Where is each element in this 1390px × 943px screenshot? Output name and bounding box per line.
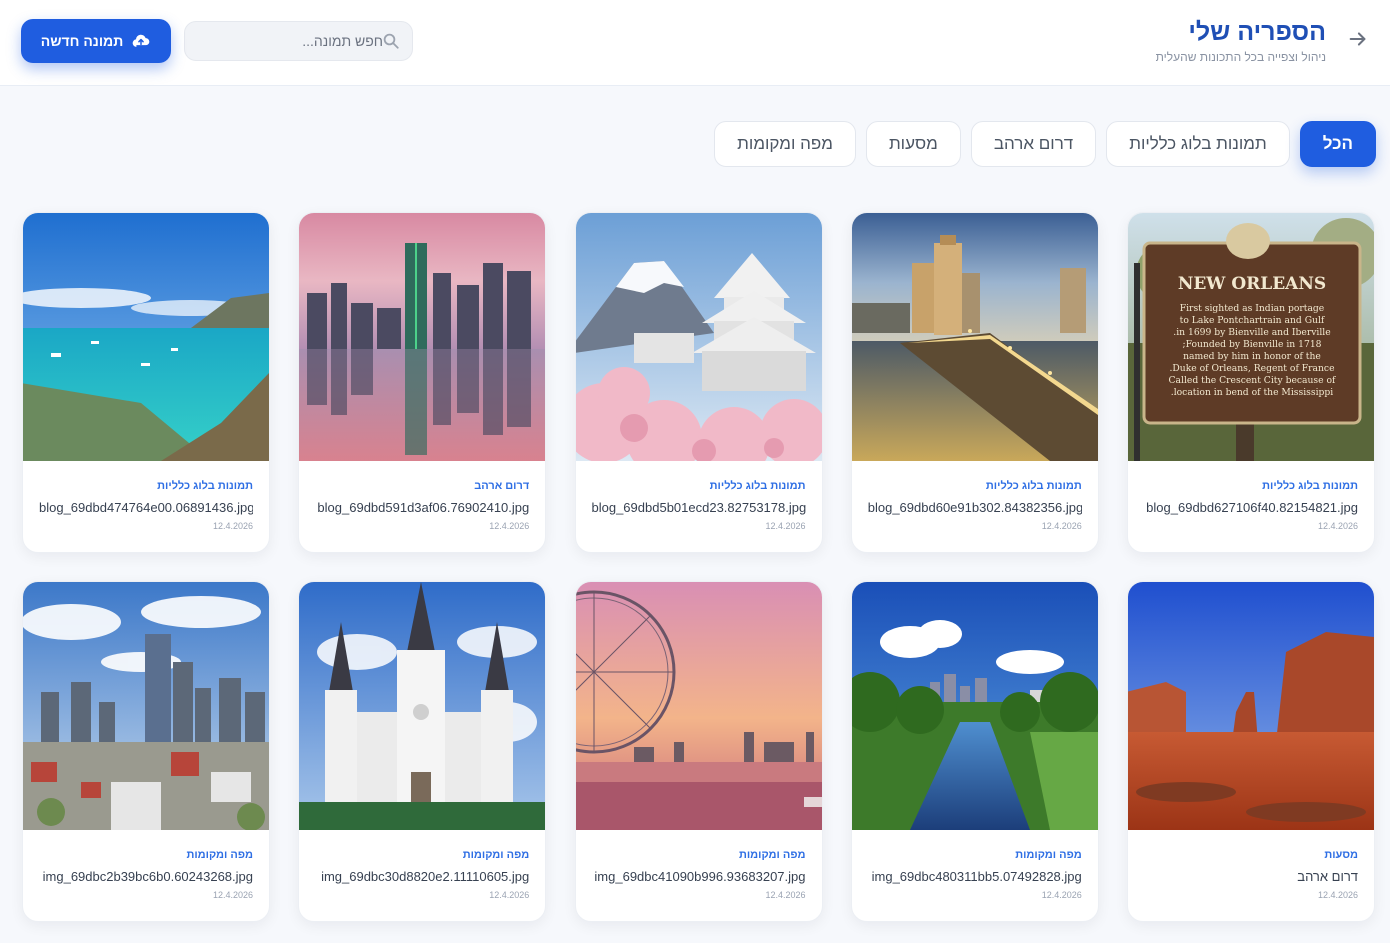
card-filename: blog_69dbd591d3af06.76902410.jpg: [317, 500, 530, 515]
image-grid: NEW ORLEANS First sighted as Indian port…: [22, 212, 1375, 922]
card-date: 12.4.2026: [489, 521, 530, 531]
card-meta: מפה ומקומות img_69dbc2b39bc6b0.60243268.…: [23, 830, 269, 900]
card-date: 12.4.2026: [212, 521, 253, 531]
image-card[interactable]: מפה ומקומות img_69dbc2b39bc6b0.60243268.…: [22, 581, 270, 922]
card-category: מפה ומקומות: [186, 849, 253, 861]
thumbnail-st-louis-cathedral: [299, 582, 546, 830]
sign-line: in 1699 by Bienville and Iberville.: [1173, 327, 1330, 338]
sign-line: named by him in honor of the: [1183, 351, 1321, 362]
image-card[interactable]: NEW ORLEANS First sighted as Indian port…: [1127, 212, 1375, 553]
thumbnail-london-eye: [575, 582, 822, 830]
card-meta: מפה ומקומות img_69dbc41090b996.93683207.…: [576, 830, 822, 900]
image-card[interactable]: תמונות בלוג כלליות blog_69dbd60e91b302.8…: [850, 212, 1099, 553]
card-filename: img_69dbc30d8820e2.11110605.jpg: [321, 869, 530, 884]
tab-maps-places[interactable]: מפה ומקומות: [714, 121, 856, 167]
card-date: 12.4.2026: [765, 521, 806, 531]
title-block: הספריה שלי ניהול וצפייה בכל התכונות שהעל…: [1156, 16, 1326, 64]
thumbnail-turquoise-bay: [23, 213, 269, 461]
sign-line: First sighted as Indian portage: [1180, 303, 1325, 314]
thumbnail-houston-bayou: [851, 582, 1098, 830]
image-card[interactable]: דרום ארהב blog_69dbd591d3af06.76902410.j…: [298, 212, 547, 553]
card-meta: דרום ארהב blog_69dbd591d3af06.76902410.j…: [299, 461, 545, 531]
card-category: תמונות בלוג כלליות: [709, 480, 806, 492]
tab-travels[interactable]: מסעות: [865, 121, 961, 167]
image-card[interactable]: תמונות בלוג כלליות blog_69dbd5b01ecd23.8…: [574, 212, 823, 553]
card-category: דרום ארהב: [474, 480, 530, 492]
image-card[interactable]: מסעות דרום ארהב 12.4.2026: [1127, 581, 1375, 922]
card-filename: img_69dbc41090b996.93683207.jpg: [594, 869, 806, 884]
card-filename: דרום ארהב: [1297, 869, 1358, 884]
card-meta: מפה ומקומות img_69dbc480311bb5.07492828.…: [852, 830, 1098, 900]
category-tabs: הכל תמונות בלוג כלליות דרום ארהב מסעות מ…: [714, 121, 1376, 167]
card-category: מסעות: [1324, 849, 1358, 861]
sign-line: Called the Crescent City because of: [1169, 375, 1337, 386]
card-filename: img_69dbc480311bb5.07492828.jpg: [871, 869, 1082, 884]
new-image-label: תמונה חדשה: [40, 33, 124, 49]
tab-all[interactable]: הכל: [1299, 121, 1376, 167]
image-card[interactable]: תמונות בלוג כלליות blog_69dbd474764e00.0…: [22, 212, 270, 553]
card-category: תמונות בלוג כלליות: [157, 480, 253, 492]
card-date: 12.4.2026: [1041, 890, 1082, 900]
image-card[interactable]: מפה ומקומות img_69dbc41090b996.93683207.…: [574, 581, 823, 922]
sign-line: location in bend of the Mississippi.: [1171, 387, 1333, 398]
card-category: מפה ומקומות: [738, 849, 806, 861]
card-meta: תמונות בלוג כלליות blog_69dbd474764e00.0…: [23, 461, 269, 531]
card-category: תמונות בלוג כלליות: [1262, 480, 1358, 492]
card-filename: blog_69dbd474764e00.06891436.jpg: [39, 500, 253, 515]
card-filename: blog_69dbd60e91b302.84382356.jpg: [867, 500, 1082, 515]
thumbnail-new-orleans-sign: NEW ORLEANS First sighted as Indian port…: [1128, 213, 1374, 461]
cloud-upload-icon: [132, 34, 150, 47]
card-meta: מסעות דרום ארהב 12.4.2026: [1128, 830, 1374, 900]
page-title: הספריה שלי: [1188, 18, 1326, 46]
card-date: 12.4.2026: [212, 890, 253, 900]
sign-title: NEW ORLEANS: [1178, 274, 1326, 294]
card-meta: תמונות בלוג כלליות blog_69dbd60e91b302.8…: [852, 461, 1098, 531]
card-category: מפה ומקומות: [462, 849, 530, 861]
thumbnail-monument-valley: [1128, 582, 1374, 830]
card-date: 12.4.2026: [1041, 521, 1082, 531]
page-subtitle: ניהול וצפייה בכל התכונות שהעלית: [1155, 50, 1326, 64]
image-card[interactable]: מפה ומקומות img_69dbc480311bb5.07492828.…: [850, 581, 1099, 922]
card-meta: מפה ומקומות img_69dbc30d8820e2.11110605.…: [299, 830, 545, 900]
card-filename: blog_69dbd5b01ecd23.82753178.jpg: [591, 500, 806, 515]
sign-line: Duke of Orleans, Regent of France.: [1169, 363, 1334, 374]
sign-line: Founded by Bienville in 1718;: [1182, 339, 1321, 350]
thumbnail-new-orleans-riverfront: [851, 213, 1098, 461]
card-date: 12.4.2026: [1317, 890, 1358, 900]
card-filename: blog_69dbd627106f40.82154821.jpg: [1146, 500, 1358, 515]
thumbnail-japan-castle: [575, 213, 822, 461]
arrow-right-icon[interactable]: [1346, 28, 1370, 52]
card-date: 12.4.2026: [765, 890, 806, 900]
search-input[interactable]: [195, 22, 383, 60]
image-card[interactable]: מפה ומקומות img_69dbc30d8820e2.11110605.…: [298, 581, 547, 922]
top-bar: הספריה שלי ניהול וצפייה בכל התכונות שהעל…: [0, 0, 1390, 86]
card-date: 12.4.2026: [489, 890, 530, 900]
card-date: 12.4.2026: [1317, 521, 1358, 531]
new-image-button[interactable]: תמונה חדשה: [21, 19, 171, 63]
search-icon: [383, 33, 399, 49]
thumbnail-dallas-reflection: [299, 213, 546, 461]
tab-south-usa[interactable]: דרום ארהב: [970, 121, 1097, 167]
card-category: תמונות בלוג כלליות: [985, 480, 1082, 492]
sign-line: to Lake Pontchartrain and Gulf: [1180, 315, 1325, 326]
card-meta: תמונות בלוג כלליות blog_69dbd627106f40.8…: [1128, 461, 1374, 531]
search-box: [184, 21, 413, 61]
card-filename: img_69dbc2b39bc6b0.60243268.jpg: [42, 869, 253, 884]
card-category: מפה ומקומות: [1015, 849, 1082, 861]
tab-general-blog[interactable]: תמונות בלוג כלליות: [1106, 121, 1290, 167]
thumbnail-dallas-downtown: [23, 582, 269, 830]
card-meta: תמונות בלוג כלליות blog_69dbd5b01ecd23.8…: [576, 461, 822, 531]
